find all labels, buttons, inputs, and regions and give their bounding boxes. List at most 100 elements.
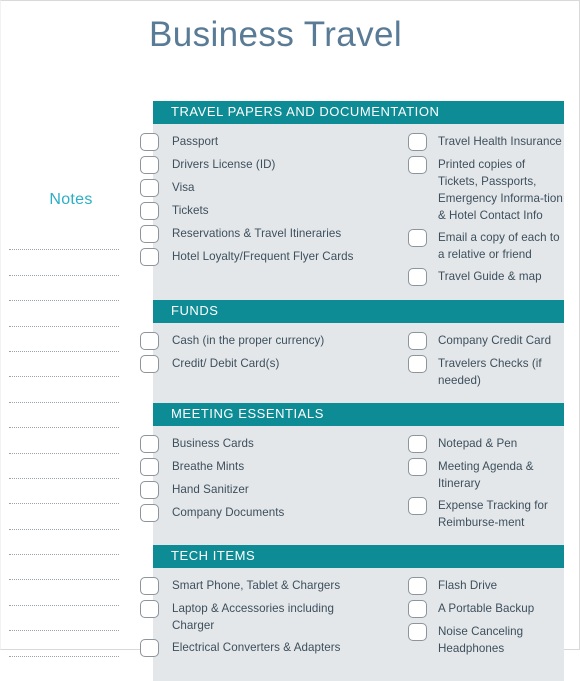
checklist-item[interactable]: Notepad & Pen: [408, 434, 564, 453]
notes-line[interactable]: [9, 428, 119, 454]
checkbox-icon[interactable]: [140, 156, 159, 174]
checklist-item-label: Meeting Agenda & Itinerary: [438, 460, 534, 490]
checklist-item[interactable]: Electrical Converters & Adapters: [140, 638, 363, 657]
checklist-item[interactable]: Smart Phone, Tablet & Chargers: [140, 576, 363, 595]
notes-line[interactable]: [9, 327, 119, 352]
checklist-item[interactable]: Laptop & Accessories including Charger: [140, 599, 363, 634]
checklist-item[interactable]: Hotel Loyalty/Frequent Flyer Cards: [140, 247, 363, 266]
checkbox-icon[interactable]: [140, 639, 159, 657]
checklist-item[interactable]: A Portable Backup: [408, 599, 564, 618]
checklist-column-right: Travel Health Insurance Printed copies of…: [363, 132, 564, 290]
checkbox-icon[interactable]: [140, 332, 159, 350]
notes-writing-lines[interactable]: [1, 225, 141, 657]
checkbox-icon[interactable]: [140, 248, 159, 266]
checklist-item-label: Visa: [172, 181, 195, 194]
checklist-item-label: Noise Canceling Headphones: [438, 625, 524, 655]
checklist-item[interactable]: Flash Drive: [408, 576, 564, 595]
checklist-item[interactable]: Company Credit Card: [408, 331, 564, 350]
checklist-item-label: Smart Phone, Tablet & Chargers: [172, 579, 341, 592]
checklist-item[interactable]: Visa: [140, 178, 363, 197]
checklist-item[interactable]: Meeting Agenda & Itinerary: [408, 457, 564, 492]
checkbox-icon[interactable]: [408, 332, 427, 350]
checkbox-icon[interactable]: [140, 481, 159, 499]
checkbox-icon[interactable]: [140, 133, 159, 151]
checkbox-icon[interactable]: [140, 504, 159, 522]
notes-line[interactable]: [9, 606, 119, 632]
checklist-item[interactable]: Credit/ Debit Card(s): [140, 354, 363, 373]
checkbox-icon[interactable]: [408, 229, 427, 247]
checklist-item[interactable]: Passport: [140, 132, 363, 151]
checklist-column-left: Business Cards Breathe Mints Hand Sanitize…: [140, 434, 363, 535]
checklist-column-right: Notepad & Pen Meeting Agenda & Itinerary E…: [363, 434, 564, 535]
checklist-item-label: Flash Drive: [438, 579, 498, 592]
notes-label: Notes: [49, 191, 93, 208]
checklist-item-label: Electrical Converters & Adapters: [172, 641, 341, 654]
notes-column: Notes: [1, 191, 141, 657]
checkbox-icon[interactable]: [408, 133, 427, 151]
notes-line[interactable]: [9, 504, 119, 530]
checklist-item-label: Hotel Loyalty/Frequent Flyer Cards: [172, 250, 354, 263]
checklist-item-label: Hand Sanitizer: [172, 483, 249, 496]
notes-line[interactable]: [9, 454, 119, 479]
notes-line[interactable]: [9, 276, 119, 302]
checklist-item[interactable]: Breathe Mints: [140, 457, 363, 476]
checklist-item[interactable]: Cash (in the proper currency): [140, 331, 363, 350]
section-body: Smart Phone, Tablet & Chargers Laptop & A…: [140, 568, 564, 671]
checklist-item[interactable]: Expense Tracking for Reimburse-ment: [408, 496, 564, 531]
checkbox-icon[interactable]: [140, 435, 159, 453]
checklist-item[interactable]: Travel Guide & map: [408, 267, 564, 286]
notes-line[interactable]: [9, 479, 119, 505]
checklist-item-label: Email a copy of each to a relative or fr…: [438, 231, 560, 261]
checklist-item-label: Travel Health Insurance: [438, 135, 562, 148]
checkbox-icon[interactable]: [408, 435, 427, 453]
notes-line[interactable]: [9, 225, 119, 251]
section-body: Passport Drivers License (ID) Visa Tickets R…: [140, 124, 564, 300]
notes-line[interactable]: [9, 631, 119, 657]
notes-line[interactable]: [9, 555, 119, 581]
checklist-item[interactable]: Business Cards: [140, 434, 363, 453]
page-title: Business Travel: [149, 15, 403, 54]
checklist-item-label: Travel Guide & map: [438, 270, 542, 283]
checklist-item[interactable]: Email a copy of each to a relative or fr…: [408, 228, 564, 263]
checklist-item-label: Tickets: [172, 204, 209, 217]
checklist-item[interactable]: Company Documents: [140, 503, 363, 522]
notes-line[interactable]: [9, 301, 119, 327]
notes-line[interactable]: [9, 377, 119, 403]
checkbox-icon[interactable]: [408, 355, 427, 373]
checkbox-icon[interactable]: [140, 355, 159, 373]
notes-line[interactable]: [9, 580, 119, 606]
checklist-item-label: Notepad & Pen: [438, 437, 518, 450]
checklist-item-label: Breathe Mints: [172, 460, 245, 473]
checklist-item-label: A Portable Backup: [438, 602, 535, 615]
checklist-item[interactable]: Reservations & Travel Itineraries: [140, 224, 363, 243]
checkbox-icon[interactable]: [140, 179, 159, 197]
checkbox-icon[interactable]: [140, 458, 159, 476]
checkbox-icon[interactable]: [408, 600, 427, 618]
checklist-item[interactable]: Printed copies of Tickets, Passports, Em…: [408, 155, 564, 224]
checklist-item-label: Company Documents: [172, 506, 285, 519]
checklist-item[interactable]: Noise Canceling Headphones: [408, 622, 564, 657]
checklist-item[interactable]: Travelers Checks (if needed): [408, 354, 564, 389]
notes-line[interactable]: [9, 352, 119, 378]
checklist-item[interactable]: Travel Health Insurance: [408, 132, 564, 151]
checklist-item[interactable]: Drivers License (ID): [140, 155, 363, 174]
checklist-column-left: Passport Drivers License (ID) Visa Tickets R…: [140, 132, 363, 290]
checkbox-icon[interactable]: [140, 225, 159, 243]
notes-line[interactable]: [9, 250, 119, 276]
checkbox-icon[interactable]: [408, 577, 427, 595]
checkbox-icon[interactable]: [140, 577, 159, 595]
checkbox-icon[interactable]: [140, 600, 159, 618]
notes-line[interactable]: [9, 530, 119, 556]
section-body: Cash (in the proper currency) Credit/ Deb…: [140, 323, 564, 403]
checklist-item-label: Travelers Checks (if needed): [438, 357, 542, 387]
checklist-item[interactable]: Hand Sanitizer: [140, 480, 363, 499]
checkbox-icon[interactable]: [140, 202, 159, 220]
checkbox-icon[interactable]: [408, 156, 427, 174]
checklist-item[interactable]: Tickets: [140, 201, 363, 220]
checkbox-icon[interactable]: [408, 458, 427, 476]
checkbox-icon[interactable]: [408, 268, 427, 286]
checkbox-icon[interactable]: [408, 623, 427, 641]
notes-line[interactable]: [9, 403, 119, 429]
checklist-item-label: Passport: [172, 135, 219, 148]
checkbox-icon[interactable]: [408, 497, 427, 515]
